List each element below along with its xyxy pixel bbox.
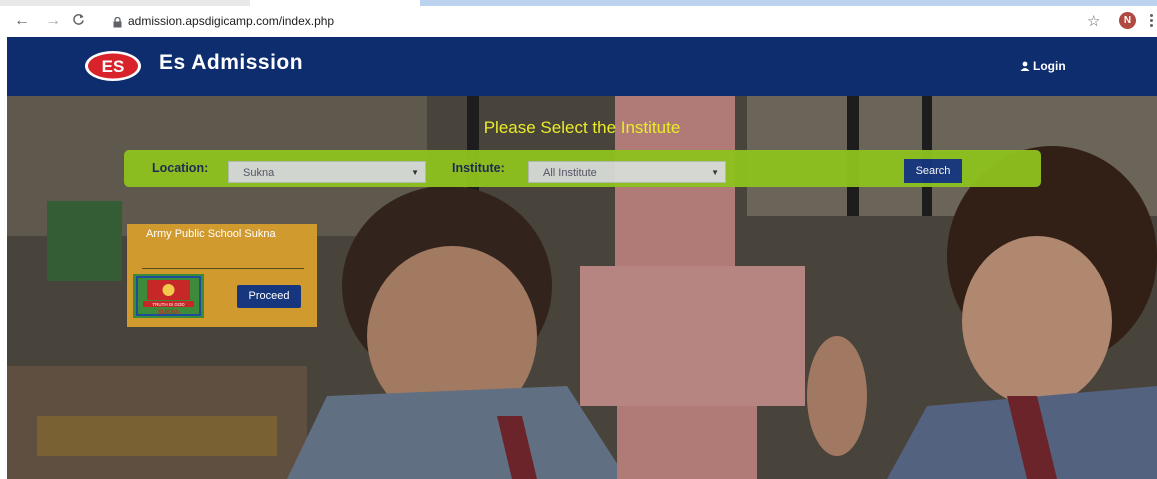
chevron-down-icon: ▼ bbox=[711, 168, 719, 177]
institute-select[interactable]: All Institute ▼ bbox=[528, 161, 726, 183]
back-arrow-icon[interactable]: ← bbox=[14, 13, 30, 29]
login-link[interactable]: Login bbox=[1020, 59, 1066, 73]
institute-label: Institute: bbox=[452, 161, 505, 175]
es-logo-icon[interactable]: ES bbox=[84, 50, 142, 82]
lock-icon bbox=[113, 15, 122, 33]
user-icon bbox=[1020, 61, 1030, 71]
location-label: Location: bbox=[152, 161, 209, 175]
star-icon[interactable]: ☆ bbox=[1087, 12, 1100, 30]
crest-motto: TRUTH IS GOD bbox=[152, 302, 185, 307]
chevron-down-icon: ▼ bbox=[411, 168, 419, 177]
reload-icon[interactable] bbox=[72, 13, 85, 30]
browser-toolbar: ← → admission.apsdigicamp.com/index.php … bbox=[0, 0, 1157, 37]
browser-tab-active[interactable] bbox=[420, 0, 1157, 6]
search-button[interactable]: Search bbox=[904, 159, 962, 183]
menu-kebab-icon[interactable] bbox=[1150, 14, 1153, 29]
school-crest-icon: TRUTH IS GOD SUKNA bbox=[133, 274, 204, 318]
institute-select-value: All Institute bbox=[543, 167, 597, 179]
forward-arrow-icon[interactable]: → bbox=[45, 13, 61, 29]
hero-section: Please Select the Institute Location: Su… bbox=[7, 96, 1157, 479]
address-bar[interactable]: admission.apsdigicamp.com/index.php bbox=[128, 14, 334, 28]
school-card: Army Public School Sukna TRUTH IS GOD SU… bbox=[127, 224, 317, 327]
location-select-value: Sukna bbox=[243, 167, 275, 179]
site-header: ES Es Admission Login bbox=[7, 37, 1157, 96]
institute-search-bar: Location: Sukna ▼ Institute: All Institu… bbox=[124, 150, 1041, 187]
card-divider bbox=[142, 268, 304, 269]
logo-text: ES bbox=[102, 57, 125, 76]
school-name: Army Public School Sukna bbox=[146, 228, 276, 240]
browser-tab[interactable] bbox=[0, 0, 250, 6]
login-label: Login bbox=[1033, 59, 1066, 73]
proceed-button[interactable]: Proceed bbox=[237, 285, 301, 308]
brand-title[interactable]: Es Admission bbox=[159, 51, 303, 75]
location-select[interactable]: Sukna ▼ bbox=[228, 161, 426, 183]
page-title: Please Select the Institute bbox=[483, 118, 681, 137]
crest-text: SUKNA bbox=[158, 310, 180, 316]
profile-avatar[interactable]: N bbox=[1119, 12, 1136, 29]
